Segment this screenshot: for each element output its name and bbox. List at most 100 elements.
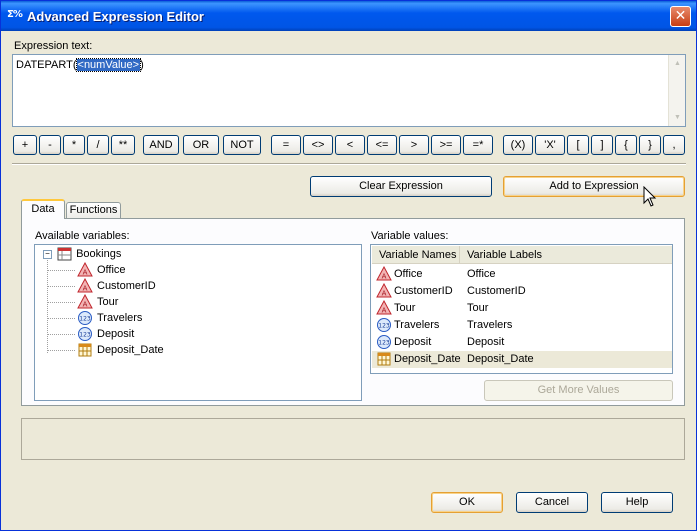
tree-node-bookings[interactable]: Bookings [57,246,121,262]
window-title: Advanced Expression Editor [27,9,204,24]
clear-expression-button[interactable]: Clear Expression [310,176,492,197]
character-var-icon: A [77,278,93,294]
svg-text:A: A [83,269,88,277]
add-to-expression-button[interactable]: Add to Expression [503,176,685,197]
operator-button[interactable]: < [335,135,365,155]
collapse-icon[interactable]: − [43,250,52,259]
expression-prefix: DATEPART( [16,59,77,71]
svg-text:123: 123 [79,332,91,339]
operator-button[interactable]: 'X' [535,135,565,155]
operator-button[interactable]: OR [183,135,219,155]
operator-button[interactable]: = [271,135,301,155]
svg-text:123: 123 [378,340,390,347]
tab-data[interactable]: Data [21,199,65,219]
operator-button[interactable]: [ [567,135,589,155]
operator-button[interactable]: + [13,135,37,155]
tree-node-label: Office [97,264,126,277]
svg-text:123: 123 [378,323,390,330]
tree-node-variable[interactable]: Deposit_Date [77,342,164,358]
tree-node-variable[interactable]: A Tour [77,294,118,310]
cancel-button[interactable]: Cancel [516,492,588,513]
variable-name-cell: Tour [394,302,416,314]
ok-button[interactable]: OK [431,492,503,513]
variable-label-cell: Tour [467,302,489,314]
close-button[interactable]: ✕ [670,6,691,27]
tree-node-variable[interactable]: A CustomerID [77,278,156,294]
grid-row[interactable]: A Office Office [372,265,672,283]
variable-name-cell: Deposit [394,336,432,348]
character-var-icon: A [376,265,392,282]
tree-node-label: Tour [97,296,119,309]
numeric-var-icon: 123 [376,317,392,333]
operator-button[interactable]: =* [463,135,493,155]
grid-row[interactable]: A CustomerID CustomerID [372,282,672,300]
svg-text:A: A [83,301,88,309]
grid-row[interactable]: A Tour Tour [372,299,672,317]
available-variables-tree[interactable]: − Bookings A Office A CustomerID A Tour 123 Tra… [34,244,362,401]
svg-text:A: A [382,307,387,315]
character-var-icon: A [77,294,93,310]
operator-button[interactable]: } [639,135,661,155]
operator-button[interactable]: (X) [503,135,533,155]
tree-line [48,318,75,319]
table-icon [57,246,73,262]
tree-line [48,302,75,303]
operator-button[interactable]: <> [303,135,333,155]
scroll-up-arrow-icon[interactable]: ▲ [670,56,685,71]
tree-line [48,350,75,351]
expression-text-label: Expression text: [14,40,93,52]
operator-button[interactable]: { [615,135,637,155]
operator-button[interactable]: * [63,135,85,155]
variable-name-cell: Travelers [394,319,440,331]
mouse-cursor-icon [643,186,657,207]
tree-node-label: CustomerID [97,280,156,293]
advanced-expression-editor-dialog: Σ% Advanced Expression Editor ✕ Expressi… [0,0,697,531]
tree-node-variable[interactable]: 123 Deposit [77,326,134,342]
expression-text-area[interactable]: DATEPART(<numValue>) ▲ ▼ [12,54,686,127]
expression-scrollbar[interactable]: ▲ ▼ [668,55,685,126]
data-tab-panel: Available variables: − Bookings A Office A… [21,218,685,406]
grid-row[interactable]: Deposit_Date Deposit_Date [372,351,672,368]
grid-row[interactable]: 123 Travelers Travelers [372,317,672,334]
tree-node-variable[interactable]: A Office [77,262,126,278]
scroll-down-arrow-icon[interactable]: ▼ [670,110,685,125]
grid-row[interactable]: 123 Deposit Deposit [372,334,672,351]
character-var-icon: A [77,262,93,278]
expression-editor-icon: Σ% [7,9,23,20]
tree-line [48,270,75,271]
column-header-variable-labels[interactable]: Variable Labels [460,246,672,264]
variable-values-grid[interactable]: Variable Names Variable Labels A Office Of… [370,244,673,374]
get-more-values-button[interactable]: Get More Values [484,380,673,401]
operator-button[interactable]: , [663,135,685,155]
title-bar[interactable]: Σ% Advanced Expression Editor ✕ [1,1,696,31]
operator-button[interactable]: ** [111,135,135,155]
svg-text:123: 123 [79,316,91,323]
operator-button[interactable]: <= [367,135,397,155]
svg-text:A: A [382,273,387,281]
column-header-variable-names[interactable]: Variable Names [372,246,460,264]
operator-button[interactable]: > [399,135,429,155]
variable-label-cell: CustomerID [467,285,526,297]
operator-button[interactable]: ] [591,135,613,155]
date-var-icon [77,342,93,358]
variable-name-cell: Office [394,268,423,280]
tree-node-label: Travelers [97,312,143,325]
help-button[interactable]: Help [601,492,673,513]
description-panel [21,418,685,460]
date-var-icon [376,351,392,367]
tree-node-label: Bookings [76,248,122,261]
tree-node-variable[interactable]: 123 Travelers [77,310,142,326]
character-var-icon: A [376,282,392,299]
tree-line [47,260,48,353]
operator-button[interactable]: >= [431,135,461,155]
variable-name-cell: Deposit_Date [394,353,461,365]
variable-label-cell: Travelers [467,319,513,331]
operator-button[interactable]: / [87,135,109,155]
operator-button[interactable]: NOT [223,135,261,155]
operator-button[interactable]: AND [143,135,179,155]
selected-placeholder-token[interactable]: <numValue> [75,58,142,72]
numeric-var-icon: 123 [77,326,93,342]
operator-button[interactable]: - [39,135,61,155]
tree-line [48,334,75,335]
tab-functions[interactable]: Functions [66,202,121,219]
